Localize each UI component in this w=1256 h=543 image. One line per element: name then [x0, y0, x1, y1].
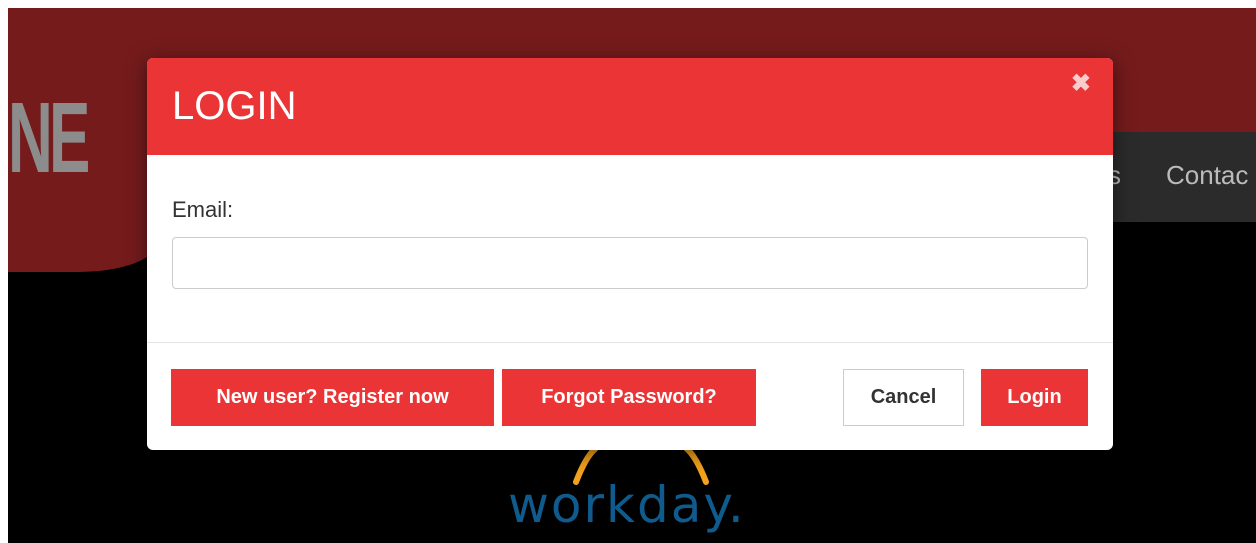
modal-body: Email: [147, 155, 1113, 342]
modal-backdrop: LOGIN ✖ Email: New user? Register now Fo… [0, 0, 1256, 543]
forgot-password-button[interactable]: Forgot Password? [502, 369, 756, 426]
login-button[interactable]: Login [981, 369, 1088, 426]
modal-footer: New user? Register now Forgot Password? … [147, 342, 1113, 450]
login-modal: LOGIN ✖ Email: New user? Register now Fo… [147, 58, 1113, 450]
modal-title: LOGIN [172, 84, 297, 128]
email-label: Email: [172, 197, 234, 222]
register-button[interactable]: New user? Register now [171, 369, 494, 426]
close-icon[interactable]: ✖ [1071, 72, 1091, 96]
email-field[interactable] [172, 237, 1088, 289]
cancel-button[interactable]: Cancel [843, 369, 964, 426]
modal-header: LOGIN ✖ [147, 58, 1113, 155]
